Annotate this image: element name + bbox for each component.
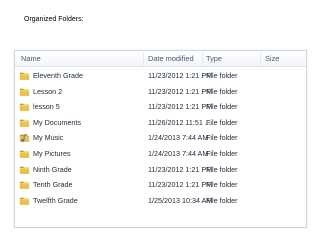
folder-icon xyxy=(19,101,30,112)
file-row[interactable]: My Documents 11/26/2012 11:51 ... File fol… xyxy=(15,115,306,131)
column-header-date-modified[interactable]: Date modified xyxy=(148,54,194,63)
file-row[interactable]: Twelfth Grade 1/25/2013 10:34 AM File fold… xyxy=(15,193,306,209)
file-date-modified: 11/23/2012 1:21 PM xyxy=(148,180,213,190)
file-row[interactable]: Ninth Grade 11/23/2012 1:21 PM File folder xyxy=(15,162,306,178)
file-type: File folder xyxy=(206,133,238,143)
file-name: Eleventh Grade xyxy=(33,71,83,80)
folder-icon xyxy=(19,117,30,128)
column-header-type[interactable]: Type xyxy=(206,54,222,63)
file-date-modified: 11/23/2012 1:21 PM xyxy=(148,164,213,174)
file-type: File folder xyxy=(206,195,238,205)
file-name: My Pictures xyxy=(33,148,71,158)
file-name: Lesson 2 xyxy=(33,86,63,96)
folder-icon xyxy=(19,164,30,175)
file-type: File folder xyxy=(206,180,238,190)
file-date-modified: 11/26/2012 11:51 ... xyxy=(148,117,211,127)
folder-icon xyxy=(19,195,30,206)
folder-icon xyxy=(19,148,30,159)
file-row[interactable]: Eleventh Grade 11/23/2012 1:21 PM File fol… xyxy=(15,68,306,84)
file-row[interactable]: Lesson 2 11/23/2012 1:21 PM File folder xyxy=(15,84,306,100)
file-type: File folder xyxy=(206,164,238,174)
file-type: File folder xyxy=(206,86,238,96)
file-name: Tenth Grade xyxy=(33,180,73,190)
file-date-modified: 1/24/2013 7:44 AM xyxy=(148,133,209,143)
file-date-modified: 1/24/2013 7:44 AM xyxy=(148,148,209,158)
folder-icon xyxy=(19,70,30,81)
file-name: Twelfth Grade xyxy=(33,195,78,205)
column-header-bar: Name Date modified Type Size xyxy=(15,51,306,67)
file-date-modified: 11/23/2012 1:21 PM xyxy=(148,71,213,80)
file-date-modified: 1/25/2013 10:34 AM xyxy=(148,195,213,205)
file-name: My Music xyxy=(33,133,64,143)
column-header-name[interactable]: Name xyxy=(21,54,41,63)
column-divider[interactable] xyxy=(260,52,261,66)
column-header-size[interactable]: Size xyxy=(265,54,279,63)
file-date-modified: 11/23/2012 1:21 PM xyxy=(148,86,213,96)
file-type: File folder xyxy=(206,102,238,112)
file-row[interactable]: Tenth Grade 11/23/2012 1:21 PM File folder xyxy=(15,177,306,193)
music-folder-icon xyxy=(19,132,30,143)
file-row[interactable]: My Music 1/24/2013 7:44 AM File folder xyxy=(15,130,306,146)
file-name: lesson 5 xyxy=(33,102,60,112)
column-divider[interactable] xyxy=(143,52,144,66)
file-date-modified: 11/23/2012 1:21 PM xyxy=(148,102,213,112)
file-type: File folder xyxy=(206,71,238,80)
column-divider[interactable] xyxy=(202,52,203,66)
file-list-pane[interactable]: Name Date modified Type Size Eleventh Gr… xyxy=(14,50,307,228)
page-caption: Organized Folders: xyxy=(24,16,84,23)
file-row[interactable]: My Pictures 1/24/2013 7:44 AM File folder xyxy=(15,146,306,162)
file-name: My Documents xyxy=(33,117,81,127)
file-type: File folder xyxy=(206,117,238,127)
file-rows: Eleventh Grade 11/23/2012 1:21 PM File fol… xyxy=(15,68,306,208)
file-type: File folder xyxy=(206,148,238,158)
folder-icon xyxy=(19,179,30,190)
file-name: Ninth Grade xyxy=(33,164,72,174)
folder-icon xyxy=(19,86,30,97)
file-row[interactable]: lesson 5 11/23/2012 1:21 PM File folder xyxy=(15,99,306,115)
